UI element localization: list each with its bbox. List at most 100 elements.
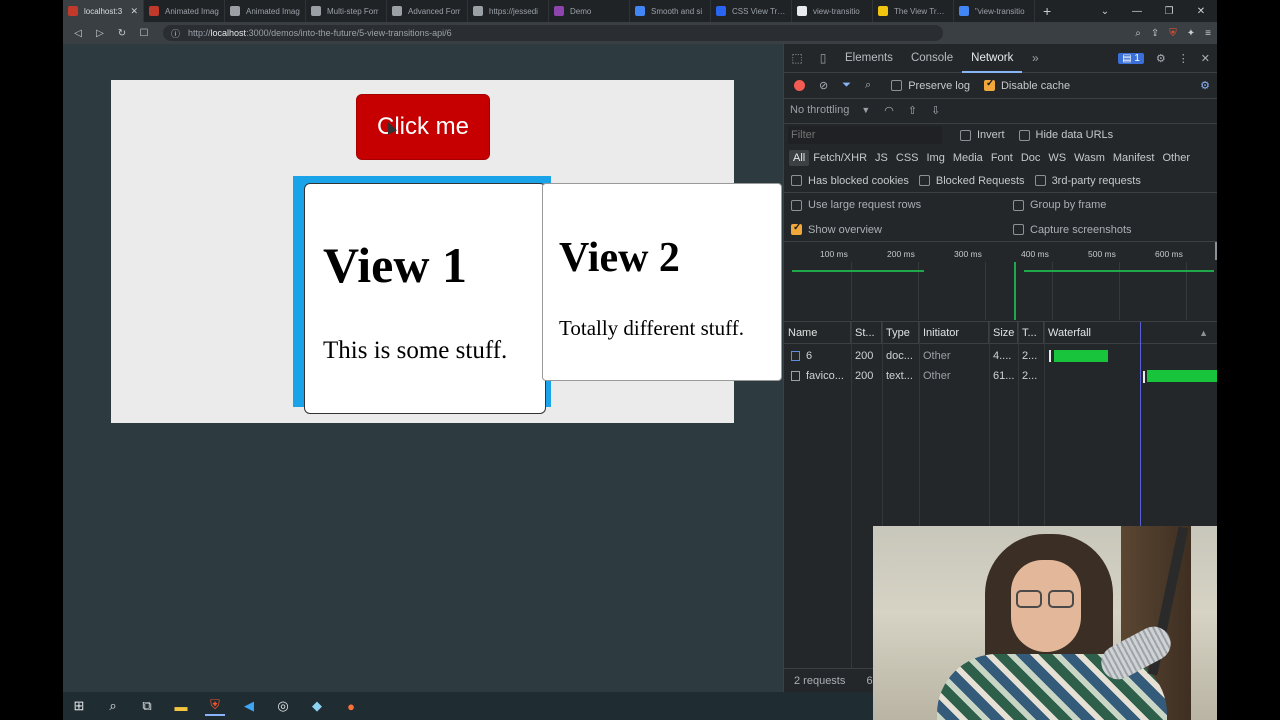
third-party-checkbox[interactable]: 3rd-party requests <box>1034 175 1141 187</box>
type-filter-media[interactable]: Media <box>949 150 987 166</box>
browser-tab[interactable]: Advanced Forr <box>387 0 468 22</box>
type-filter-wasm[interactable]: Wasm <box>1070 150 1109 166</box>
has-blocked-cookies-box[interactable] <box>791 175 802 186</box>
search-icon[interactable]: ⌕ <box>865 79 871 92</box>
more-tabs-icon[interactable]: » <box>1022 51 1048 65</box>
device-toggle-icon[interactable]: ▯ <box>810 51 836 65</box>
col-status[interactable]: St... <box>851 322 882 344</box>
has-blocked-cookies-checkbox[interactable]: Has blocked cookies <box>791 175 909 187</box>
file-explorer-icon[interactable]: ▬ <box>171 696 191 716</box>
type-filter-doc[interactable]: Doc <box>1017 150 1045 166</box>
browser-tab[interactable]: CSS View Tran <box>711 0 792 22</box>
preserve-log-checkbox[interactable]: Preserve log <box>891 80 970 92</box>
large-rows-checkbox[interactable]: Use large request rows <box>791 199 1013 211</box>
tab-console[interactable]: Console <box>902 44 962 73</box>
group-by-frame-box[interactable] <box>1013 199 1024 211</box>
zoom-icon[interactable]: ⌕ <box>1135 28 1141 39</box>
type-filter-fetchxhr[interactable]: Fetch/XHR <box>809 150 871 166</box>
tab-elements[interactable]: Elements <box>836 44 902 73</box>
table-row[interactable]: 6 200 doc... Other 4.... 2... <box>784 346 1217 366</box>
third-party-box[interactable] <box>1034 175 1046 186</box>
blocked-requests-box[interactable] <box>918 175 930 186</box>
col-type[interactable]: Type <box>882 322 919 344</box>
obs-icon[interactable]: ◎ <box>273 696 293 716</box>
click-me-button[interactable]: Click me <box>356 94 490 160</box>
hide-data-urls-box[interactable] <box>1018 129 1030 141</box>
wifi-icon[interactable]: ◠ <box>884 104 894 117</box>
browser-tab[interactable]: The View Trans <box>873 0 954 22</box>
type-filter-ws[interactable]: WS <box>1044 150 1070 166</box>
search-icon[interactable]: ⌕ <box>103 696 123 716</box>
vscode-icon[interactable]: ◀ <box>239 696 259 716</box>
brave-browser-icon[interactable]: ⛨ <box>205 696 225 716</box>
browser-tab[interactable]: Multi-step Forr <box>306 0 387 22</box>
sort-up-icon[interactable]: ▲ <box>1199 322 1208 344</box>
type-filter-manifest[interactable]: Manifest <box>1109 150 1159 166</box>
new-tab-button[interactable]: + <box>1035 3 1059 19</box>
minimize-button[interactable]: — <box>1121 6 1153 17</box>
chevron-down-icon[interactable]: ▼ <box>861 105 870 115</box>
col-time[interactable]: T... <box>1018 322 1044 344</box>
show-overview-box[interactable] <box>791 222 802 235</box>
settings-gear-icon[interactable]: ⚙ <box>1156 52 1166 65</box>
network-settings-gear-icon[interactable]: ⚙ <box>1200 79 1210 92</box>
download-icon[interactable]: ⇩ <box>931 104 940 117</box>
disable-cache-box[interactable] <box>983 78 995 91</box>
type-filter-js[interactable]: JS <box>871 150 892 166</box>
type-filter-all[interactable]: All <box>789 150 810 166</box>
app-icon[interactable]: ◆ <box>307 696 327 716</box>
preserve-log-box[interactable] <box>891 80 903 91</box>
address-bar[interactable]: ⓘ http://localhost:3000/demos/into-the-f… <box>163 25 943 41</box>
close-tab-icon[interactable]: ✕ <box>130 6 138 17</box>
disable-cache-checkbox[interactable]: Disable cache <box>983 78 1070 92</box>
throttling-select[interactable]: No throttling <box>790 104 849 116</box>
overview-handle[interactable] <box>1215 242 1217 260</box>
menu-icon[interactable]: ≡ <box>1205 28 1211 39</box>
show-overview-checkbox[interactable]: Show overview <box>791 222 1013 236</box>
info-icon[interactable]: ⓘ <box>171 27 180 40</box>
record-icon[interactable] <box>794 80 805 91</box>
group-by-frame-checkbox[interactable]: Group by frame <box>1013 199 1106 211</box>
close-devtools-icon[interactable]: ✕ <box>1201 52 1210 65</box>
col-initiator[interactable]: Initiator <box>919 322 989 344</box>
task-view-icon[interactable]: ⧉ <box>137 696 157 716</box>
col-size[interactable]: Size <box>989 322 1018 344</box>
browser-tab[interactable]: view-transitio <box>792 0 873 22</box>
type-filter-font[interactable]: Font <box>987 150 1017 166</box>
browser-tab[interactable]: Demo <box>549 0 630 22</box>
table-row[interactable]: favico... 200 text... Other 61... 2... <box>784 366 1217 386</box>
forward-icon[interactable]: ▷ <box>89 28 111 39</box>
brave-shield-icon[interactable]: ⛨ <box>1169 28 1177 39</box>
bookmark-icon[interactable]: ☐ <box>133 28 155 39</box>
blocked-requests-checkbox[interactable]: Blocked Requests <box>918 175 1025 187</box>
network-overview[interactable]: 100 ms 200 ms 300 ms 400 ms 500 ms 600 m… <box>784 242 1217 322</box>
back-icon[interactable]: ◁ <box>67 28 89 39</box>
browser-tab[interactable]: Animated Imag <box>225 0 306 22</box>
firefox-icon[interactable]: ● <box>341 696 361 716</box>
filter-icon[interactable]: ⏷ <box>842 79 851 92</box>
type-filter-css[interactable]: CSS <box>892 150 923 166</box>
extensions-icon[interactable]: ✦ <box>1187 28 1195 39</box>
browser-tab[interactable]: "view-transitio <box>954 0 1035 22</box>
invert-box[interactable] <box>960 129 971 141</box>
tab-search-icon[interactable]: ⌄ <box>1089 6 1121 17</box>
browser-tab[interactable]: localhost:3 ✕ <box>63 0 144 22</box>
windows-start-icon[interactable]: ⊞ <box>69 696 89 716</box>
tab-network[interactable]: Network <box>962 44 1023 73</box>
invert-checkbox[interactable]: Invert <box>960 129 1005 141</box>
capture-screenshots-checkbox[interactable]: Capture screenshots <box>1013 224 1132 236</box>
kebab-menu-icon[interactable]: ⋮ <box>1178 52 1189 65</box>
issues-badge[interactable]: ▤ 1 <box>1118 52 1144 64</box>
col-name[interactable]: Name <box>784 322 851 344</box>
clear-icon[interactable]: ⊘ <box>819 79 828 92</box>
browser-tab[interactable]: https://jessedi <box>468 0 549 22</box>
hide-data-urls-checkbox[interactable]: Hide data URLs <box>1018 129 1113 141</box>
col-waterfall[interactable]: Waterfall ▲ <box>1044 322 1217 344</box>
large-rows-box[interactable] <box>791 199 802 211</box>
capture-screenshots-box[interactable] <box>1013 224 1024 235</box>
upload-icon[interactable]: ⇧ <box>908 104 917 117</box>
filter-input[interactable] <box>788 126 942 144</box>
browser-tab[interactable]: Smooth and si <box>630 0 711 22</box>
type-filter-img[interactable]: Img <box>923 150 949 166</box>
inspect-icon[interactable]: ⬚ <box>784 51 810 65</box>
